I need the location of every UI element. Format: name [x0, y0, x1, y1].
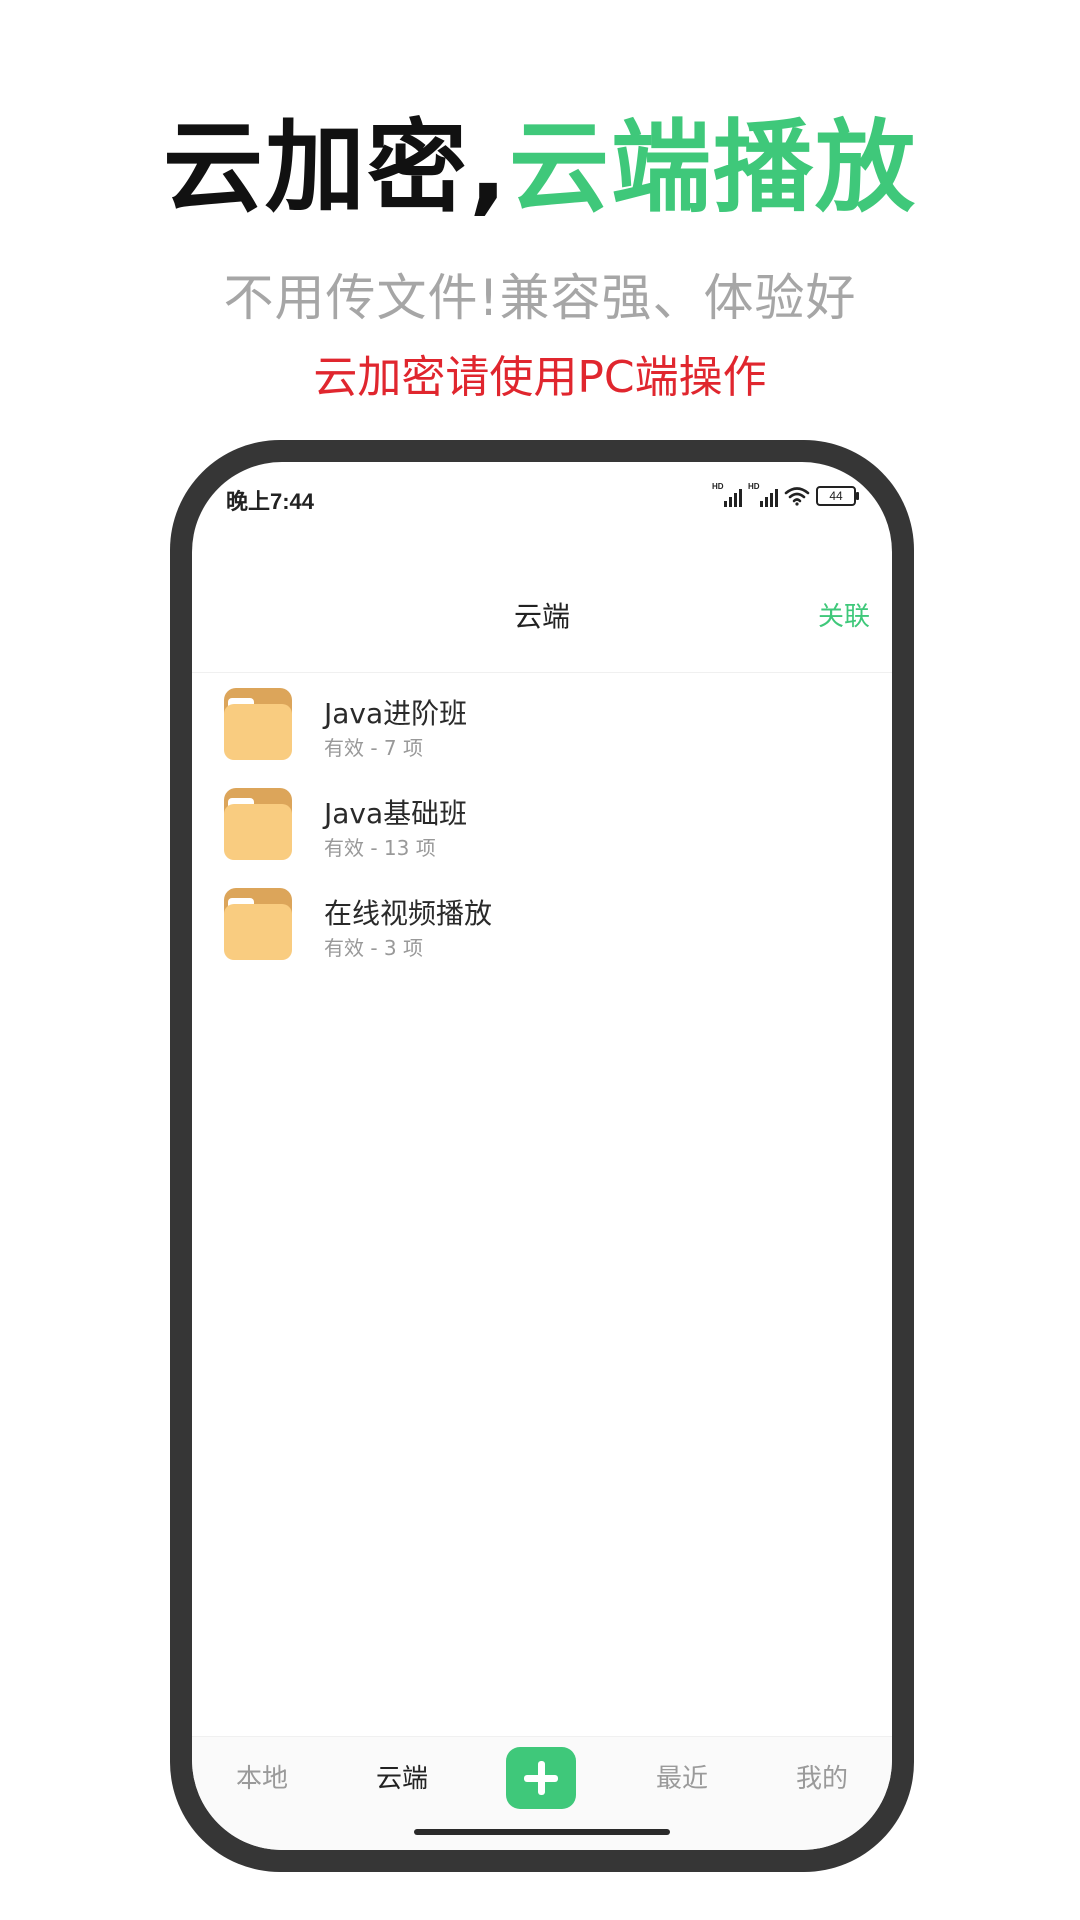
promo-subline: 不用传文件!兼容强、体验好: [223, 269, 857, 327]
wifi-icon: [784, 487, 810, 506]
folder-icon: [224, 688, 292, 760]
file-name: Java基础班: [324, 797, 468, 830]
file-list: Java进阶班 有效 - 7 项 Java基础班 有效 - 13 项 在线视频播…: [192, 674, 892, 974]
status-bar: 晚上7:44 HD HD 44: [192, 462, 892, 522]
nav-bar: 云端 关联: [192, 562, 892, 673]
tab-mine[interactable]: 我的: [762, 1759, 882, 1799]
file-name: 在线视频播放: [324, 897, 493, 930]
folder-icon: [224, 788, 292, 860]
tab-local[interactable]: 本地: [202, 1759, 322, 1799]
file-meta: 有效 - 7 项: [324, 736, 424, 760]
signal-icon: HD: [712, 482, 742, 507]
page-title: 云端: [513, 600, 570, 633]
promo-headline: 云加密,云端播放: [0, 108, 1080, 228]
file-meta: 有效 - 3 项: [324, 936, 424, 960]
headline-green: 云端播放: [509, 109, 917, 226]
tab-cloud[interactable]: 云端: [342, 1759, 462, 1799]
phone-screen: 晚上7:44 HD HD 44 云端 关联 Java进阶班 有效 - 7 项 J…: [192, 462, 892, 1850]
hd-label: HD: [748, 482, 760, 491]
promo-notice: 云加密请使用PC端操作: [313, 352, 767, 403]
file-name: Java进阶班: [324, 697, 468, 730]
list-item[interactable]: 在线视频播放 有效 - 3 项: [192, 874, 892, 974]
signal-icon: HD: [748, 482, 778, 507]
add-button[interactable]: [506, 1747, 576, 1809]
file-meta: 有效 - 13 项: [324, 836, 436, 860]
link-button[interactable]: 关联: [818, 562, 870, 672]
battery-icon: 44: [816, 486, 859, 506]
home-indicator[interactable]: [414, 1829, 670, 1835]
status-icons: HD HD 44: [712, 482, 859, 510]
headline-black: 云加密,: [163, 109, 509, 226]
list-item[interactable]: Java基础班 有效 - 13 项: [192, 774, 892, 874]
list-item[interactable]: Java进阶班 有效 - 7 项: [192, 674, 892, 774]
tab-recent[interactable]: 最近: [622, 1759, 742, 1799]
phone-frame: 晚上7:44 HD HD 44 云端 关联 Java进阶班 有效 - 7 项 J…: [170, 440, 914, 1872]
tab-bar: 本地 云端 最近 我的: [192, 1736, 892, 1850]
hd-label: HD: [712, 482, 724, 491]
folder-icon: [224, 888, 292, 960]
status-time: 晚上7:44: [226, 489, 315, 514]
